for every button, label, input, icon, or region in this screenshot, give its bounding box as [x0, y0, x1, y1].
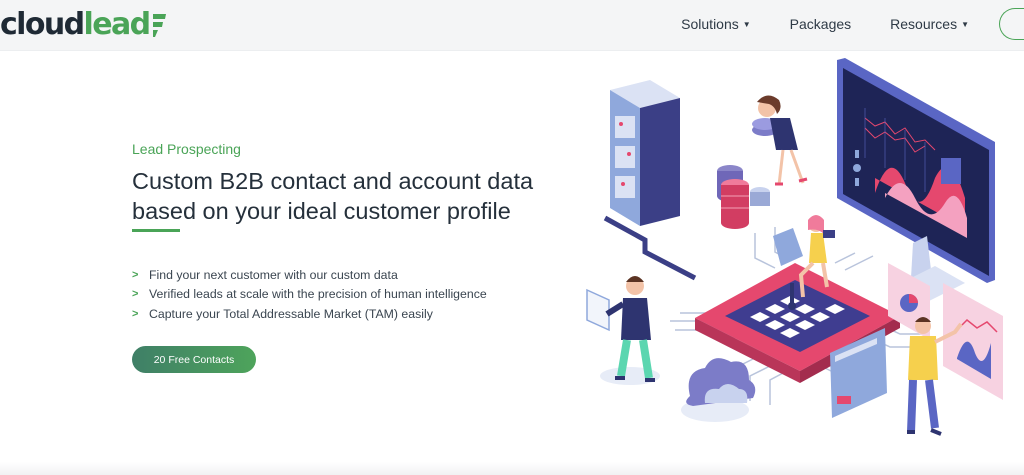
feature-item: > Find your next customer with our custom… — [132, 265, 487, 285]
section-bottom-edge — [0, 462, 1024, 475]
chevron-right-icon: > — [132, 288, 139, 301]
nav-resources[interactable]: Resources ▼ — [890, 16, 969, 32]
caret-down-icon: ▼ — [742, 19, 751, 29]
caret-down-icon: ▼ — [961, 19, 969, 29]
logo-flag-icon — [153, 14, 167, 37]
nav-packages[interactable]: Packages — [790, 16, 851, 32]
nav-outlined-button-partial[interactable] — [999, 8, 1024, 40]
free-contacts-button[interactable]: 20 Free Contacts — [132, 346, 256, 373]
logo-word-cloud: cloud — [0, 6, 85, 42]
main-nav: Solutions ▼ Packages Resources ▼ — [681, 0, 1024, 48]
cloudlead-logo[interactable]: cloudlead — [0, 4, 167, 44]
top-navigation-bar: cloudlead Solutions ▼ Packages Resources… — [0, 0, 1024, 51]
feature-text: Verified leads at scale with the precisi… — [149, 287, 487, 302]
isometric-data-center-illustration — [586, 58, 1003, 436]
chevron-right-icon: > — [132, 268, 139, 281]
feature-item: > Verified leads at scale with the precis… — [132, 285, 487, 305]
hero-title: Custom B2B contact and account data base… — [132, 168, 534, 224]
logo-text: cloudlead — [0, 6, 152, 42]
logo-word-lead: lead — [83, 6, 152, 42]
nav-solutions[interactable]: Solutions ▼ — [681, 16, 751, 32]
title-underline — [132, 229, 180, 232]
nav-resources-label: Resources — [890, 16, 958, 32]
feature-item: > Capture your Total Addressable Market (… — [132, 304, 487, 324]
chevron-right-icon: > — [132, 307, 139, 320]
hero-kicker: Lead Prospecting — [132, 141, 241, 157]
nav-packages-label: Packages — [789, 16, 852, 32]
nav-solutions-label: Solutions — [681, 16, 739, 32]
feature-list: > Find your next customer with our custom… — [132, 265, 487, 324]
feature-text: Find your next customer with our custom … — [149, 267, 398, 282]
feature-text: Capture your Total Addressable Market (T… — [149, 306, 433, 321]
